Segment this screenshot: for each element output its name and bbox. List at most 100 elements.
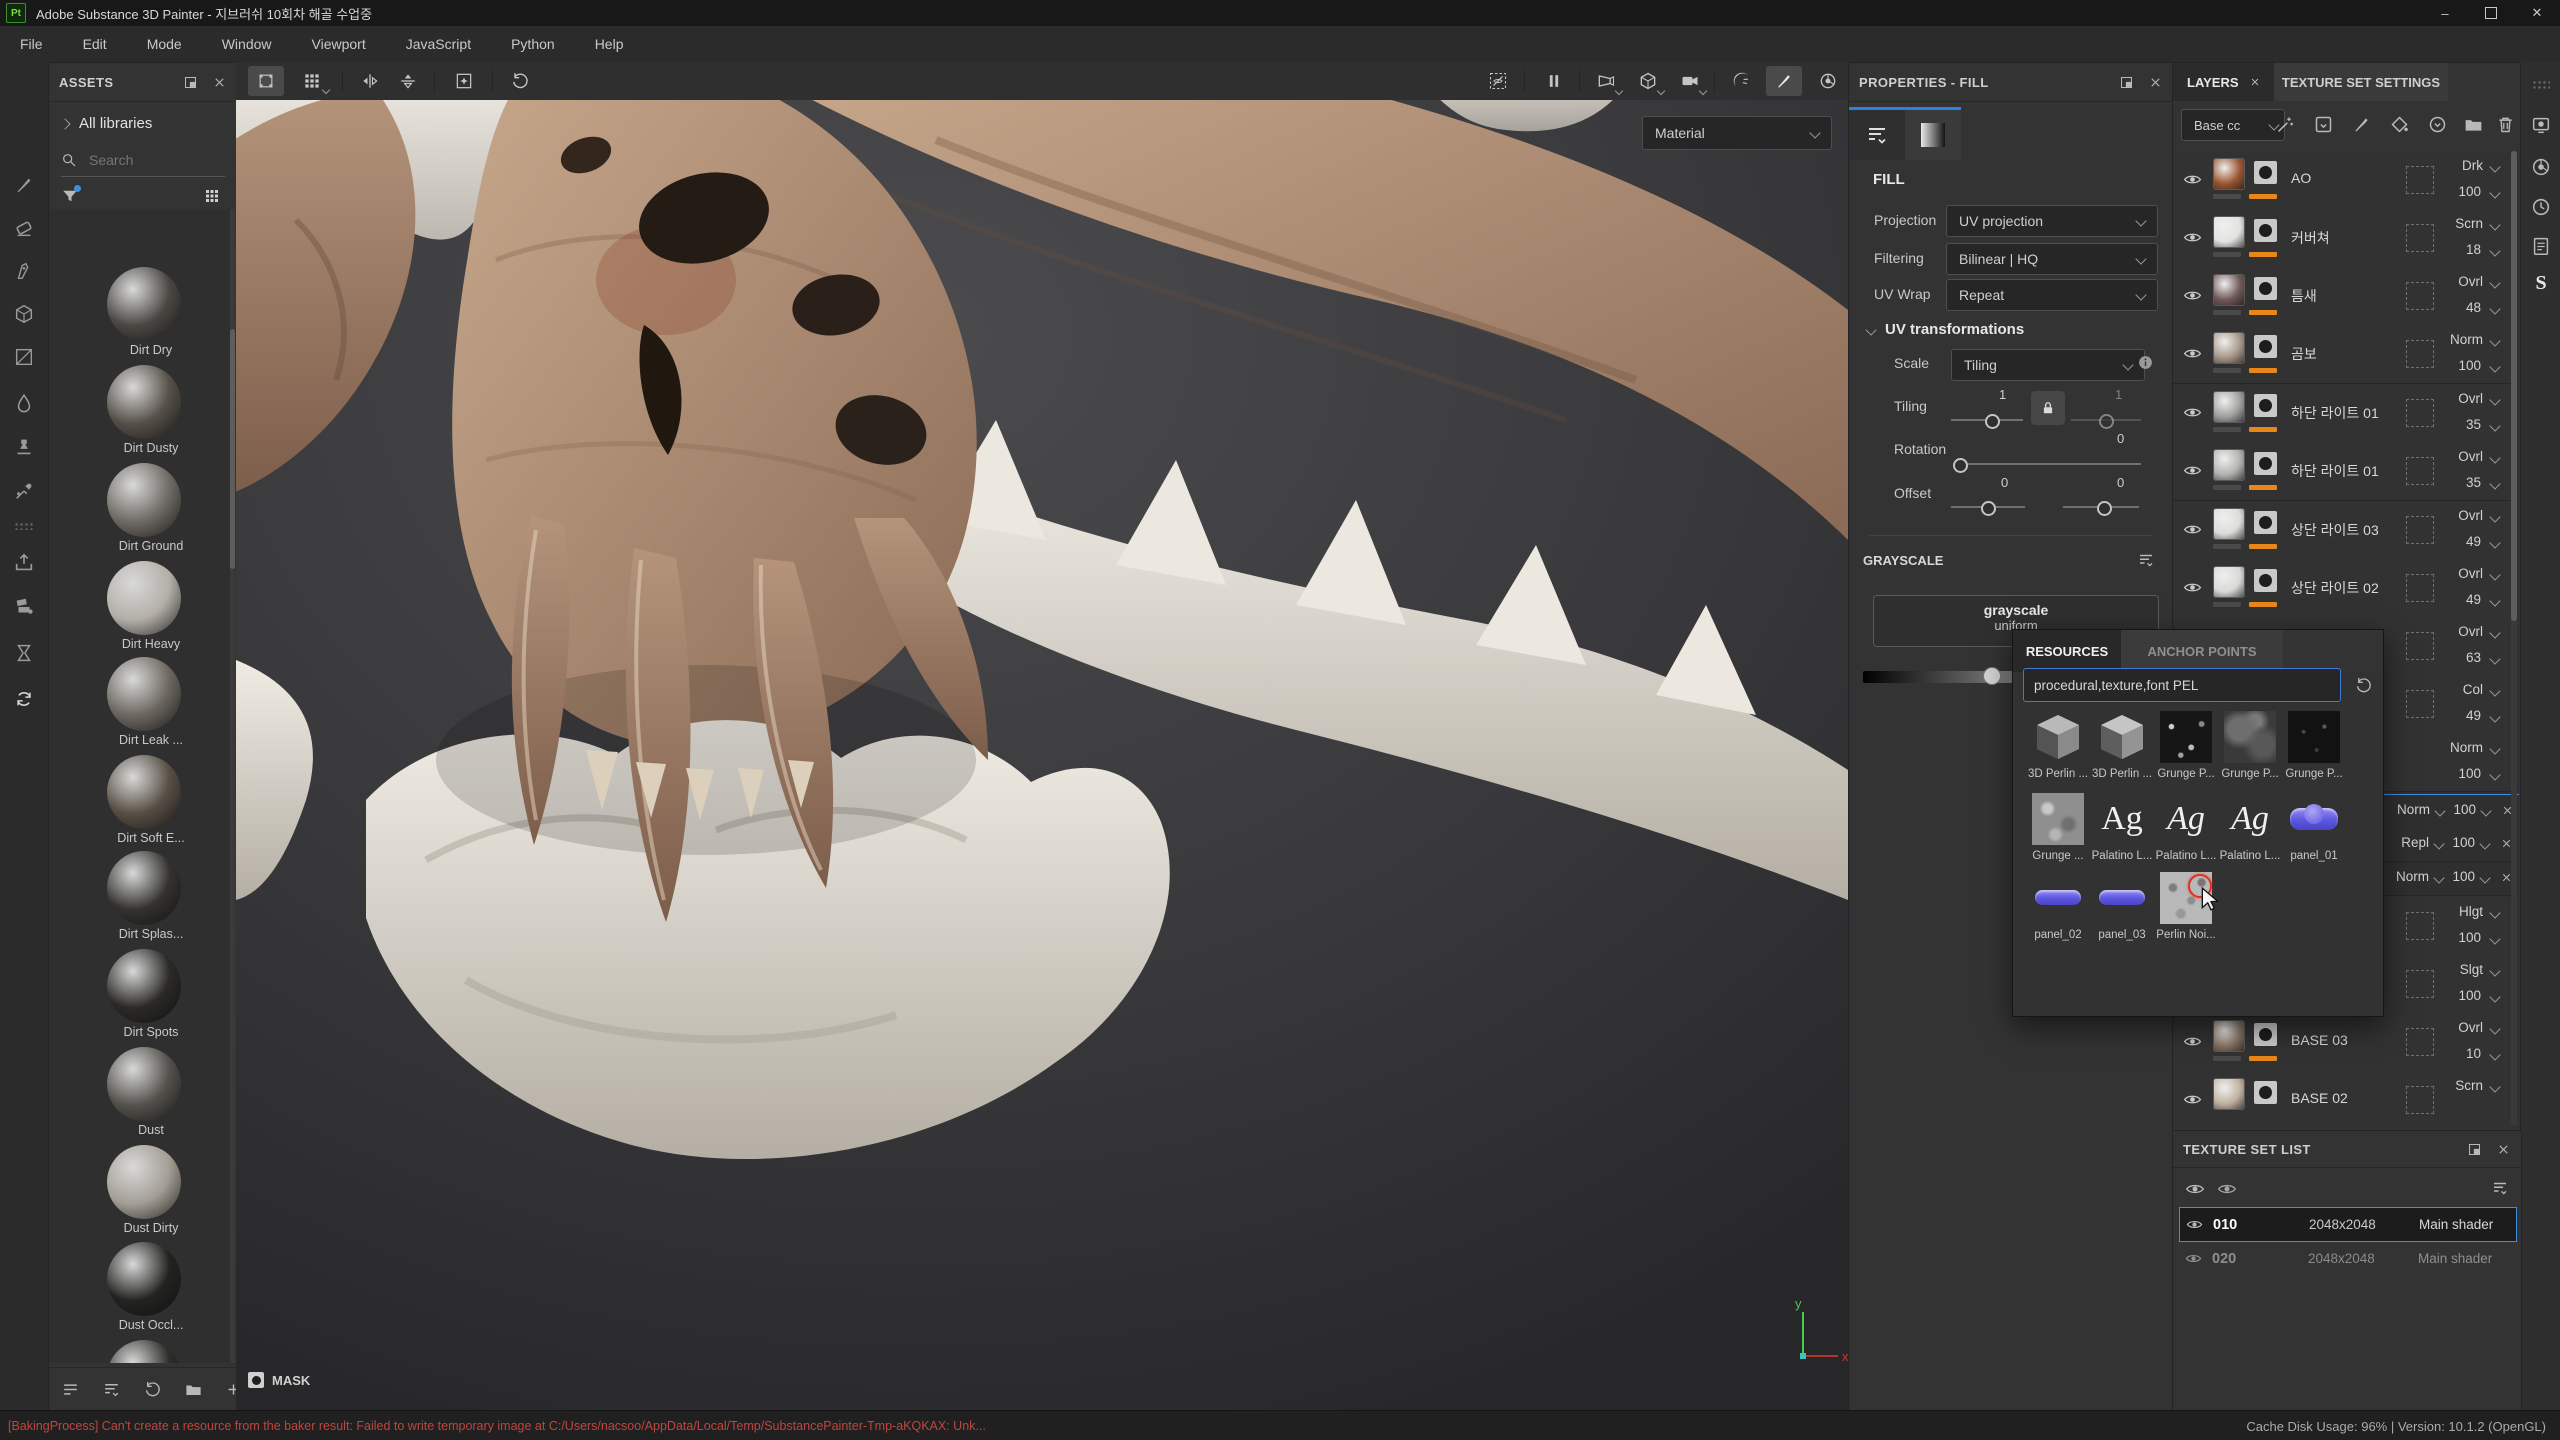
shader-channel-dropdown[interactable]: Base cc: [2181, 109, 2285, 141]
close-panel-icon[interactable]: [212, 75, 227, 90]
layer-row[interactable]: BASE 02 Scrn: [2173, 1071, 2519, 1125]
layer-thumbnail[interactable]: [2213, 274, 2245, 306]
geometry-mask-tool-icon[interactable]: [13, 346, 35, 368]
layer-thumbnail[interactable]: [2213, 332, 2245, 364]
substance-share-icon[interactable]: S: [2530, 272, 2552, 294]
layer-opacity[interactable]: 10: [2466, 1046, 2481, 1061]
pause-engine-button[interactable]: [1536, 66, 1572, 96]
layer-opacity[interactable]: 49: [2466, 592, 2481, 607]
layer-thumbnail[interactable]: [2213, 566, 2245, 598]
layer-blend-mode[interactable]: Ovrl: [2458, 566, 2483, 581]
close-panel-icon[interactable]: [2496, 1142, 2511, 1157]
layer-thumbnail[interactable]: [2213, 1078, 2245, 1110]
layer-visibility-icon[interactable]: [2183, 344, 2202, 363]
layer-mask-thumbnail[interactable]: [2254, 277, 2277, 300]
rail-handle[interactable]: [2532, 80, 2550, 90]
layer-name[interactable]: BASE 02: [2291, 1090, 2348, 1106]
layer-visibility-icon[interactable]: [2183, 461, 2202, 480]
asset-thumb[interactable]: [107, 949, 181, 1023]
mirror-horizontal-button[interactable]: [352, 66, 388, 96]
tab-resources[interactable]: RESOURCES: [2013, 630, 2121, 672]
smudge-tool-icon[interactable]: [13, 392, 35, 414]
menu-javascript[interactable]: JavaScript: [386, 36, 491, 52]
layer-opacity[interactable]: 63: [2466, 650, 2481, 665]
resource-thumb-panel[interactable]: [2288, 793, 2340, 845]
layer-thumbnail[interactable]: [2213, 508, 2245, 540]
layer-blend-mode[interactable]: Col: [2463, 682, 2483, 697]
layer-row[interactable]: AO Drk 100: [2173, 151, 2519, 210]
paint-mode-button[interactable]: [1766, 66, 1802, 96]
offset-y-value[interactable]: 0: [2117, 475, 2124, 490]
layer-thumbnail[interactable]: [2213, 216, 2245, 248]
layer-opacity[interactable]: 48: [2466, 300, 2481, 315]
snap-button[interactable]: [446, 66, 482, 96]
add-paint-layer-icon[interactable]: [2351, 114, 2372, 135]
add-effect-icon[interactable]: [2275, 114, 2296, 135]
uv-transformations-header[interactable]: UV transformations: [1867, 321, 2024, 338]
float-panel-icon[interactable]: [2119, 75, 2134, 90]
screenshot-button[interactable]: [1810, 66, 1846, 96]
layer-blend-mode[interactable]: Ovrl: [2458, 508, 2483, 523]
texture-set-row-selected[interactable]: 010 2048x2048 Main shader: [2179, 1207, 2517, 1242]
clone-tool-icon[interactable]: [13, 436, 35, 458]
menu-python[interactable]: Python: [491, 36, 575, 52]
layer-name[interactable]: 상단 라이트 03: [2291, 520, 2379, 540]
effect-opacity[interactable]: 100: [2453, 802, 2476, 817]
layer-mask-thumbnail[interactable]: [2254, 569, 2277, 592]
solo-visibility-icon[interactable]: [2217, 1179, 2237, 1199]
layer-row[interactable]: 하단 라이트 01 Ovrl 35: [2173, 384, 2519, 443]
layer-opacity[interactable]: 100: [2458, 930, 2481, 945]
filtering-dropdown[interactable]: Bilinear | HQ: [1946, 243, 2158, 275]
display-settings-icon[interactable]: [2530, 114, 2552, 136]
asset-thumb[interactable]: [107, 851, 181, 925]
layer-row[interactable]: 곰보 Norm 100: [2173, 325, 2519, 384]
mirror-vertical-button[interactable]: [390, 66, 426, 96]
layer-opacity[interactable]: 18: [2466, 242, 2481, 257]
close-button[interactable]: ✕: [2514, 0, 2560, 26]
save-list-icon[interactable]: [61, 1380, 80, 1399]
offset-x-knob[interactable]: [1981, 501, 1996, 516]
menu-mode[interactable]: Mode: [127, 36, 202, 52]
layer-blend-mode[interactable]: Ovrl: [2458, 624, 2483, 639]
layer-thumbnail[interactable]: [2213, 158, 2245, 190]
refresh-icon[interactable]: [143, 1380, 162, 1399]
layer-thumbnail[interactable]: [2213, 1020, 2245, 1052]
texture-set-row[interactable]: 020 2048x2048 Main shader: [2179, 1242, 2515, 1275]
layer-row[interactable]: 상단 라이트 02 Ovrl 49: [2173, 559, 2519, 618]
effect-opacity[interactable]: 100: [2452, 869, 2475, 884]
bake-icon[interactable]: [13, 642, 35, 664]
layer-blend-mode[interactable]: Ovrl: [2458, 274, 2483, 289]
asset-search-input[interactable]: [87, 151, 211, 169]
tab-texture-set-settings[interactable]: TEXTURE SET SETTINGS: [2274, 63, 2448, 101]
viewport-3d[interactable]: y x: [236, 100, 1848, 1410]
layer-row[interactable]: BASE 03 Ovrl 10: [2173, 1013, 2519, 1072]
resource-thumb-font[interactable]: Ag: [2096, 793, 2148, 845]
layer-opacity[interactable]: 100: [2458, 358, 2481, 373]
material-picker-tool-icon[interactable]: [13, 480, 35, 502]
add-fill-layer-icon[interactable]: [2389, 114, 2410, 135]
sync-icon[interactable]: [13, 688, 35, 710]
log-icon[interactable]: [2530, 235, 2552, 257]
menu-file[interactable]: File: [0, 36, 63, 52]
minimize-button[interactable]: –: [2422, 0, 2468, 26]
layer-opacity[interactable]: 100: [2458, 184, 2481, 199]
layer-visibility-icon[interactable]: [2183, 1032, 2202, 1051]
layer-row[interactable]: 커버쳐 Scrn 18: [2173, 209, 2519, 268]
offset-x-value[interactable]: 0: [2001, 475, 2008, 490]
tab-grayscale-properties[interactable]: [1905, 110, 1961, 160]
scale-dropdown[interactable]: Tiling: [1951, 349, 2145, 381]
resource-thumb-font[interactable]: Ag: [2160, 793, 2212, 845]
menu-viewport[interactable]: Viewport: [292, 36, 386, 52]
layer-blend-mode[interactable]: Norm: [2450, 332, 2483, 347]
list-filter-icon[interactable]: [2491, 1179, 2509, 1197]
history-icon[interactable]: [2530, 196, 2552, 218]
resource-thumb-cube-noise[interactable]: [2096, 711, 2148, 763]
layer-name[interactable]: 커버쳐: [2291, 228, 2330, 248]
texture-set-visibility-icon[interactable]: [2185, 1250, 2202, 1267]
layer-visibility-icon[interactable]: [2183, 170, 2202, 189]
resource-thumb-grunge[interactable]: [2224, 711, 2276, 763]
layer-name[interactable]: AO: [2291, 170, 2311, 186]
layer-mask-thumbnail[interactable]: [2254, 452, 2277, 475]
asset-search[interactable]: [61, 151, 225, 177]
tiling-x-value[interactable]: 1: [1999, 387, 2006, 402]
